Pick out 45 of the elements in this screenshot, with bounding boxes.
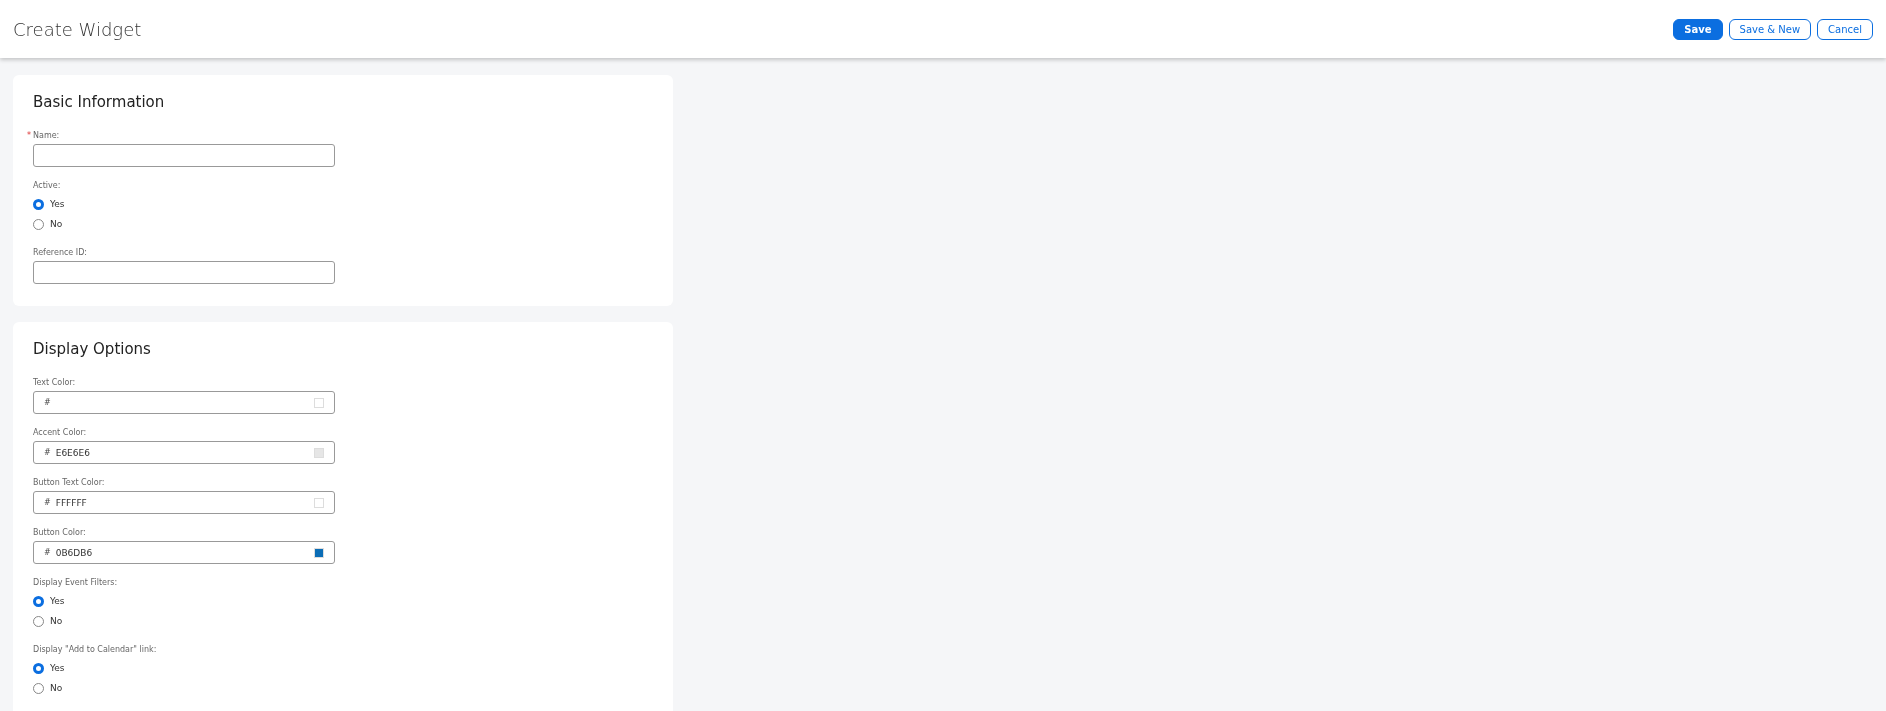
radio-option[interactable]: Yes bbox=[33, 194, 653, 214]
field-label: Reference ID: bbox=[33, 248, 88, 257]
action-button[interactable]: Save & New bbox=[1728, 18, 1812, 40]
radio-icon[interactable] bbox=[33, 662, 44, 674]
color-swatch[interactable] bbox=[314, 547, 324, 558]
radio-icon[interactable] bbox=[33, 198, 44, 210]
section-title: Display Options bbox=[33, 340, 152, 358]
field-label: Display Event Filters: bbox=[33, 578, 118, 587]
color-swatch[interactable] bbox=[314, 497, 324, 508]
color-input[interactable]: # E6E6E6 bbox=[33, 441, 335, 464]
color-swatch[interactable] bbox=[314, 447, 324, 458]
text-input[interactable] bbox=[33, 261, 335, 284]
hash-prefix: # bbox=[44, 548, 51, 557]
required-asterisk: * bbox=[27, 131, 32, 140]
radio-icon[interactable] bbox=[33, 218, 44, 230]
radio-option[interactable]: No bbox=[33, 678, 653, 698]
field-label: Accent Color: bbox=[33, 428, 87, 437]
field-label: Button Text Color: bbox=[33, 478, 105, 487]
color-value: FFFFFF bbox=[55, 497, 88, 508]
field-label: Display "Add to Calendar" link: bbox=[33, 645, 157, 654]
text-input[interactable] bbox=[33, 144, 335, 167]
field-label: Active: bbox=[33, 181, 61, 190]
field-label: Button Color: bbox=[33, 528, 86, 537]
color-swatch[interactable] bbox=[314, 397, 324, 408]
radio-option[interactable]: Yes bbox=[33, 591, 653, 611]
radio-option[interactable]: No bbox=[33, 611, 653, 631]
field-label: Name: bbox=[33, 131, 60, 140]
color-input[interactable]: # FFFFFF bbox=[33, 491, 335, 514]
radio-option[interactable]: Yes bbox=[33, 658, 653, 678]
color-input[interactable]: # bbox=[33, 391, 335, 414]
section-title: Basic Information bbox=[33, 93, 166, 111]
radio-option[interactable]: No bbox=[33, 214, 653, 234]
radio-icon[interactable] bbox=[33, 595, 44, 607]
hash-prefix: # bbox=[44, 448, 51, 457]
hash-prefix: # bbox=[44, 398, 51, 407]
radio-icon[interactable] bbox=[33, 615, 44, 627]
field-label: Text Color: bbox=[33, 378, 76, 387]
page-title: Create Widget bbox=[13, 18, 142, 40]
action-button[interactable]: Cancel bbox=[1817, 18, 1873, 40]
radio-icon[interactable] bbox=[33, 682, 44, 694]
hash-prefix: # bbox=[44, 498, 51, 507]
color-input[interactable]: # 0B6DB6 bbox=[33, 541, 335, 564]
color-value: E6E6E6 bbox=[55, 447, 91, 458]
save-button[interactable]: Save bbox=[1673, 18, 1723, 40]
color-value: 0B6DB6 bbox=[55, 547, 94, 558]
